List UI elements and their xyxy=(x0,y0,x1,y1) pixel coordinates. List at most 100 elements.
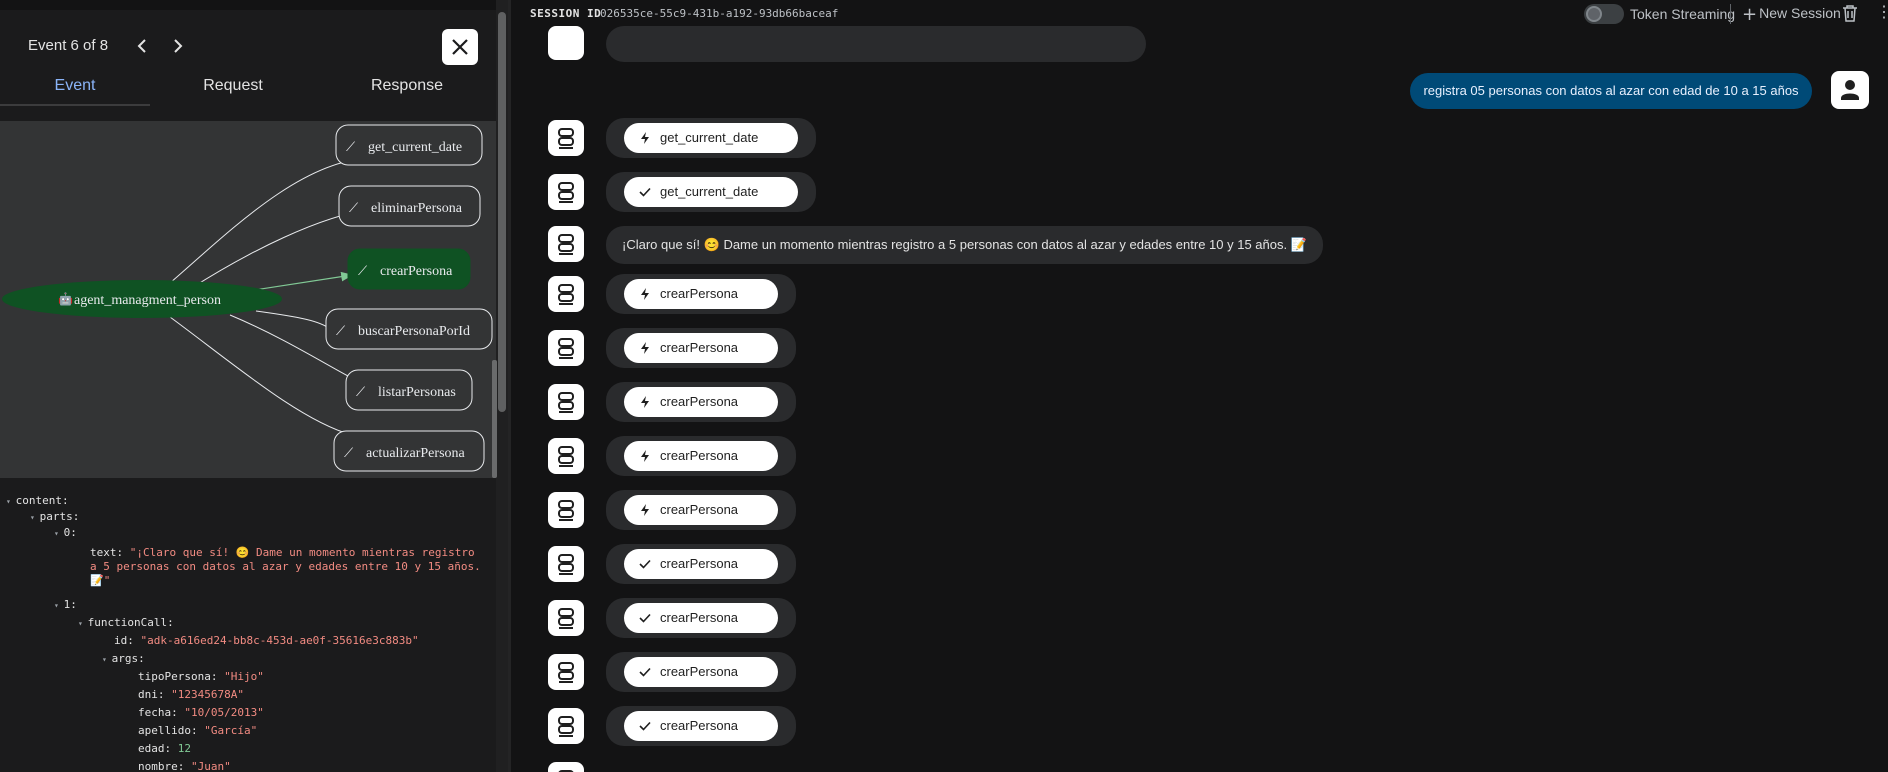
bot-avatar xyxy=(548,276,584,312)
expand-triangle-icon: ▾ xyxy=(102,655,112,664)
tool-node-listar-personas[interactable]: ⟋ listarPersonas xyxy=(345,369,473,411)
toolbar-divider xyxy=(1730,4,1731,24)
bot-icon xyxy=(558,446,574,467)
bot-avatar xyxy=(548,654,584,690)
bolt-icon xyxy=(641,288,649,300)
function-name: crearPersona xyxy=(660,286,739,301)
function-call-row: crearPersona xyxy=(606,328,796,368)
json-line[interactable]: ▾ 0: xyxy=(54,526,77,541)
function-call-button[interactable]: crearPersona xyxy=(624,279,778,309)
expand-triangle-icon: ▾ xyxy=(78,619,88,628)
function-call-row: get_current_date xyxy=(606,118,816,158)
bot-avatar xyxy=(548,762,584,772)
wrench-icon: ⟋ xyxy=(336,324,346,339)
function-result-row: crearPersona xyxy=(606,652,796,692)
chat-area: SESSION ID 026535ce-55c9-431b-a192-93db6… xyxy=(508,0,1888,772)
tab-request[interactable]: Request xyxy=(160,74,306,106)
function-result-row: crearPersona xyxy=(606,706,796,746)
tab-response[interactable]: Response xyxy=(334,74,480,106)
panel-divider xyxy=(508,0,511,772)
bot-icon xyxy=(558,716,574,737)
json-line: apellido: "García" xyxy=(138,724,258,737)
json-line: edad: 12 xyxy=(138,742,191,755)
json-line[interactable]: ▾ functionCall: xyxy=(78,616,174,631)
tool-label: get_current_date xyxy=(368,140,462,155)
json-line: tipoPersona: "Hijo" xyxy=(138,670,264,683)
function-call-button[interactable]: crearPersona xyxy=(624,333,778,363)
wrench-icon: ⟋ xyxy=(358,264,368,279)
agent-name: agent_managment_person xyxy=(74,293,221,308)
assistant-message: ¡Claro que sí! 😊 Dame un momento mientra… xyxy=(606,226,1323,264)
bot-icon xyxy=(558,608,574,629)
previous-event-button[interactable] xyxy=(128,30,156,62)
event-header: Event 6 of 8 xyxy=(0,10,496,72)
session-id-value: 026535ce-55c9-431b-a192-93db66baceaf xyxy=(600,7,839,20)
panel-scrollbar-thumb[interactable] xyxy=(498,12,506,412)
wrench-icon: ⟋ xyxy=(346,140,356,155)
bot-avatar xyxy=(548,708,584,744)
bot-avatar xyxy=(548,330,584,366)
function-result-button[interactable]: get_current_date xyxy=(624,177,798,207)
function-name: crearPersona xyxy=(660,502,739,517)
check-icon xyxy=(639,559,651,569)
user-message: registra 05 personas con datos al azar c… xyxy=(1410,73,1812,109)
tool-label: eliminarPersona xyxy=(371,201,463,216)
event-counter: Event 6 of 8 xyxy=(28,37,109,54)
tool-node-crear-persona[interactable]: ⟋ crearPersona xyxy=(347,248,471,290)
function-name: crearPersona xyxy=(660,610,739,625)
agent-node[interactable]: 🤖 agent_managment_person xyxy=(2,280,282,318)
function-result-button[interactable]: crearPersona xyxy=(624,603,778,633)
function-name: get_current_date xyxy=(660,130,759,145)
tool-label: crearPersona xyxy=(380,264,453,279)
function-call-button[interactable]: crearPersona xyxy=(624,495,778,525)
bot-icon xyxy=(558,128,574,149)
tool-label: listarPersonas xyxy=(378,385,456,400)
function-call-button[interactable]: crearPersona xyxy=(624,441,778,471)
expand-triangle-icon: ▾ xyxy=(54,601,64,610)
bot-avatar xyxy=(548,492,584,528)
check-icon xyxy=(639,613,651,623)
bot-icon xyxy=(558,392,574,413)
wrench-icon: ⟋ xyxy=(349,201,359,216)
bot-avatar xyxy=(548,26,584,60)
tool-node-buscar-persona-por-id[interactable]: ⟋ buscarPersonaPorId xyxy=(325,308,493,350)
session-id-label: SESSION ID xyxy=(530,7,602,20)
user-avatar xyxy=(1831,71,1869,109)
tab-event[interactable]: Event xyxy=(0,74,150,106)
new-session-button[interactable]: + New Session xyxy=(1742,4,1841,25)
json-line[interactable]: ▾ parts: xyxy=(30,510,79,525)
function-name: get_current_date xyxy=(660,184,759,199)
tool-node-get-current-date[interactable]: ⟋ get_current_date xyxy=(335,124,483,166)
wrench-icon: ⟋ xyxy=(344,446,354,461)
check-icon xyxy=(639,721,651,731)
tool-node-eliminar-persona[interactable]: ⟋ eliminarPersona xyxy=(338,185,481,227)
function-call-button[interactable]: crearPersona xyxy=(624,387,778,417)
function-name: crearPersona xyxy=(660,664,739,679)
tool-label: buscarPersonaPorId xyxy=(358,324,470,339)
token-streaming-toggle[interactable] xyxy=(1584,4,1624,24)
function-call-button[interactable]: get_current_date xyxy=(624,123,798,153)
function-result-button[interactable]: crearPersona xyxy=(624,657,778,687)
event-tabs: Event Request Response xyxy=(0,72,496,106)
close-panel-button[interactable] xyxy=(442,29,478,65)
bolt-icon xyxy=(641,450,649,462)
bot-icon xyxy=(558,234,574,255)
graph-scrollbar-thumb[interactable] xyxy=(492,360,497,478)
bot-icon xyxy=(558,662,574,683)
delete-session-button[interactable] xyxy=(1842,4,1858,22)
json-line: id: "adk-a616ed24-bb8c-453d-ae0f-35616e3… xyxy=(114,634,419,647)
function-result-button[interactable]: crearPersona xyxy=(624,549,778,579)
bot-avatar xyxy=(548,174,584,210)
tool-node-actualizar-persona[interactable]: ⟋ actualizarPersona xyxy=(333,430,485,472)
json-line[interactable]: ▾ content: xyxy=(6,494,69,509)
more-options-icon[interactable]: ⋮ xyxy=(1876,2,1888,22)
json-line[interactable]: ▾ args: xyxy=(102,652,145,667)
token-streaming-label: Token Streaming xyxy=(1630,6,1736,22)
bot-icon xyxy=(558,182,574,203)
json-line[interactable]: ▾ 1: xyxy=(54,598,77,613)
next-event-button[interactable] xyxy=(164,30,192,62)
function-result-button[interactable]: crearPersona xyxy=(624,711,778,741)
bot-avatar xyxy=(548,226,584,262)
robot-icon: 🤖 xyxy=(58,292,73,306)
function-name: crearPersona xyxy=(660,556,739,571)
